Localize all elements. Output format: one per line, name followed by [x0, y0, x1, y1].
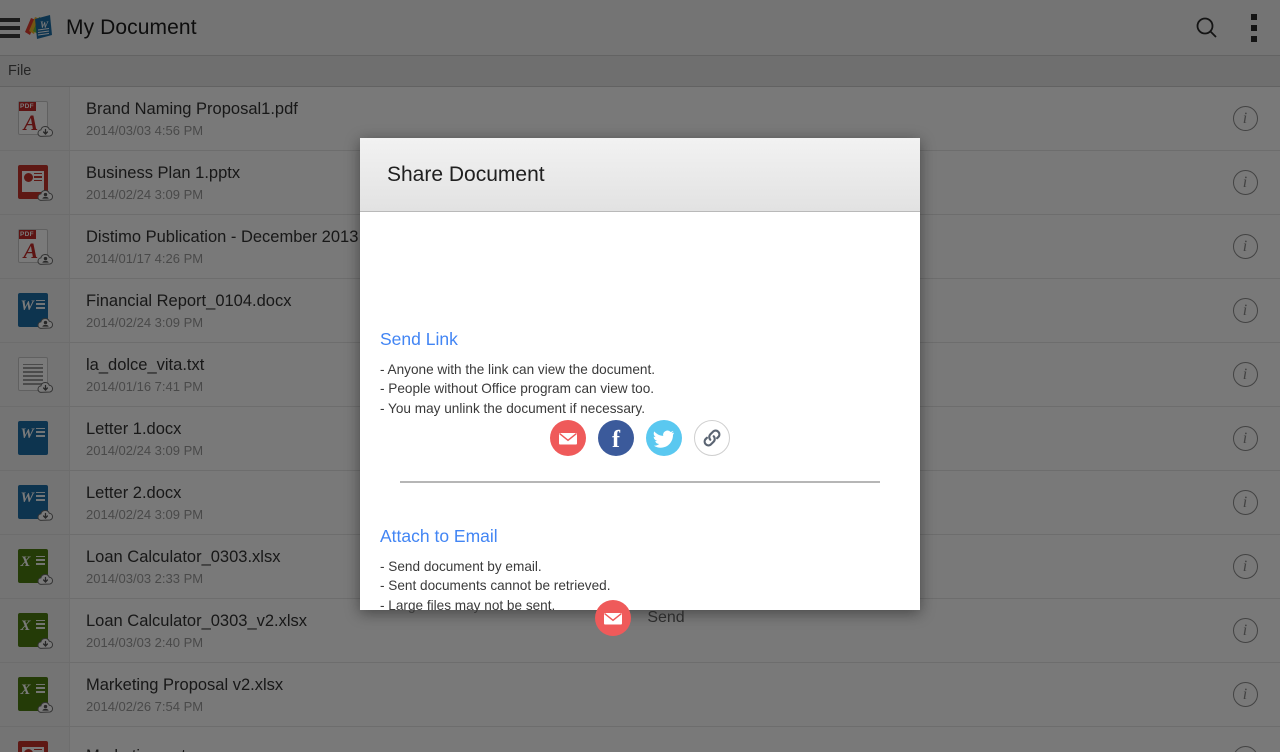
attach-email-bullet-1: - Send document by email. [380, 559, 542, 574]
share-icon-row: f [360, 420, 920, 456]
dialog-body: Send Link - Anyone with the link can vie… [360, 212, 920, 636]
twitter-share-icon[interactable] [646, 420, 682, 456]
email-icon [595, 600, 632, 636]
send-button[interactable]: Send [360, 600, 920, 636]
email-share-icon[interactable] [550, 420, 586, 456]
section-divider [400, 481, 880, 483]
facebook-share-icon[interactable]: f [598, 420, 634, 456]
send-link-bullet-1: - Anyone with the link can view the docu… [380, 362, 656, 377]
share-document-dialog: Share Document Send Link - Anyone with t… [360, 138, 920, 636]
send-link-bullets: - Anyone with the link can view the docu… [380, 360, 655, 418]
dialog-header: Share Document [360, 138, 920, 212]
screen: W My Document [0, 0, 1280, 752]
send-link-bullet-3: - You may unlink the document if necessa… [380, 400, 645, 416]
send-link-heading: Send Link [380, 329, 458, 349]
facebook-f-glyph: f [612, 427, 620, 453]
copy-link-icon[interactable] [694, 420, 730, 456]
attach-email-bullet-2: - Sent documents cannot be retrieved. [380, 578, 611, 594]
send-link-bullet-2: - People without Office program can view… [380, 381, 655, 397]
dialog-title: Share Document [387, 162, 545, 186]
send-button-label: Send [647, 609, 685, 626]
attach-email-heading: Attach to Email [380, 526, 498, 546]
